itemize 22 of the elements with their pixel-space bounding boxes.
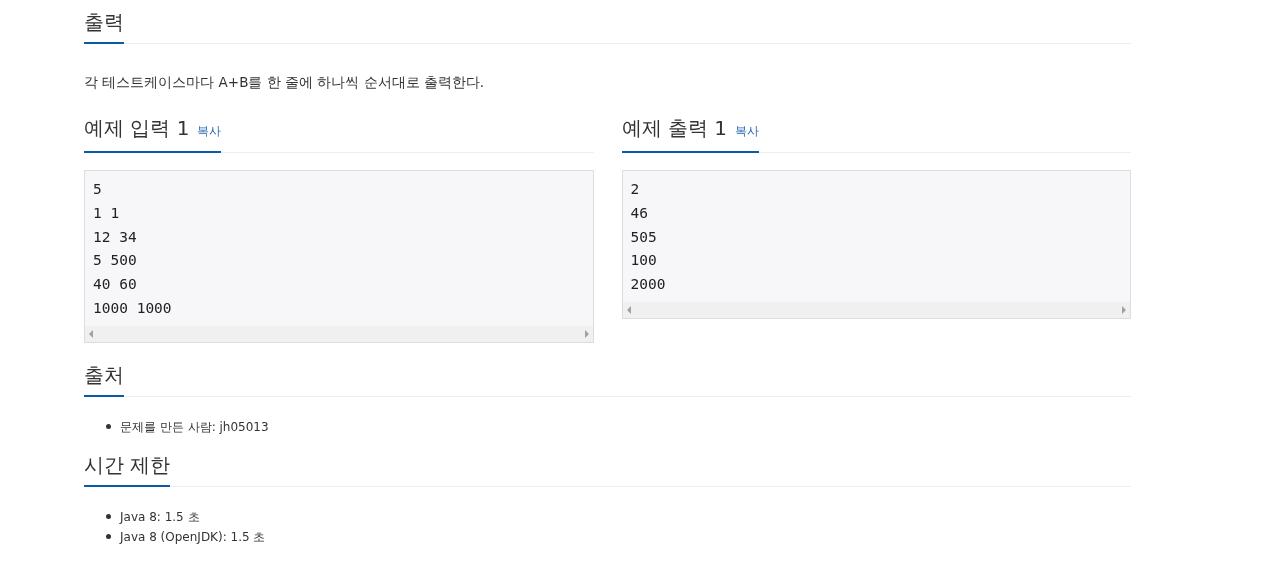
scroll-right-icon[interactable] (1122, 306, 1126, 314)
section-heading: 출처 (84, 356, 124, 397)
section-heading-text: 예제 출력 1 (621, 115, 727, 142)
bullet-icon (106, 514, 111, 520)
section-heading: 시간 제한 (84, 446, 171, 487)
horizontal-scrollbar[interactable] (85, 325, 593, 342)
section-heading-text: 예제 입력 1 (84, 115, 190, 142)
scroll-left-icon[interactable] (626, 306, 631, 314)
list-item-text: Java 8 (OpenJDK): 1.5 초 (120, 528, 266, 546)
bullet-icon (106, 424, 111, 430)
scroll-left-icon[interactable] (89, 329, 93, 338)
scroll-right-icon[interactable] (584, 329, 589, 338)
sample-code-text: 5 1 1 12 34 5 500 40 60 1000 1000 (92, 180, 173, 318)
sample-code-text: 2 46 505 100 2000 (629, 180, 667, 295)
list-item-text: Java 8: 1.5 초 (120, 508, 200, 526)
horizontal-scrollbar[interactable] (622, 302, 1130, 318)
copy-link[interactable]: 복사 (197, 117, 222, 145)
description-text: 각 테스트케이스마다 A+B를 한 줄에 하나씩 순서대로 출력한다. (84, 73, 486, 92)
bullet-icon (106, 534, 111, 540)
list-item-text: 문제를 만든 사람: jh05013 (120, 418, 269, 436)
copy-link[interactable]: 복사 (734, 117, 759, 145)
section-heading: 출력 (84, 4, 124, 44)
